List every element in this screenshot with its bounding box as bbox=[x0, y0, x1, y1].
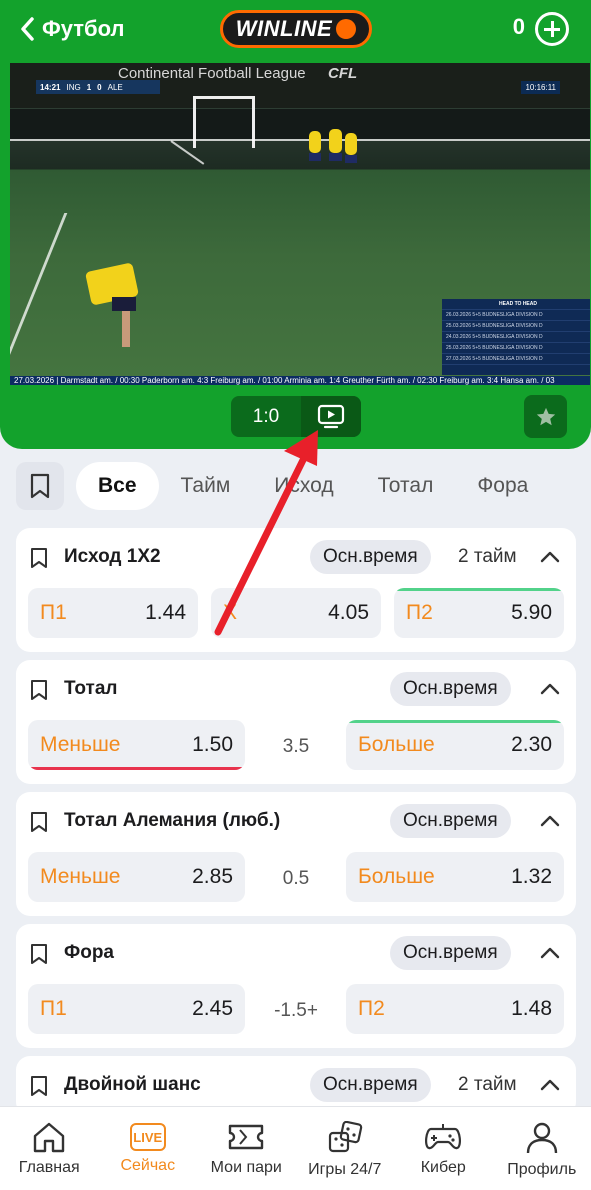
bottom-navigation: Главная LIVE Сейчас Мои пари Игры 24/7 К… bbox=[0, 1106, 591, 1190]
bookmark-icon[interactable] bbox=[30, 679, 48, 701]
period-pill-2nd-half[interactable]: 2 тайм bbox=[458, 540, 528, 574]
chevron-up-icon[interactable] bbox=[540, 550, 560, 564]
star-icon bbox=[536, 407, 555, 425]
bookmark-icon[interactable] bbox=[30, 1075, 48, 1097]
saved-markets-button[interactable] bbox=[16, 462, 64, 510]
user-icon bbox=[526, 1122, 557, 1154]
play-video-icon bbox=[317, 404, 345, 428]
top-bar: Футбол WINLINE 0 bbox=[0, 0, 591, 60]
odd-button-p1[interactable]: П1 1.44 bbox=[28, 588, 198, 638]
nav-live[interactable]: LIVE Сейчас bbox=[99, 1107, 198, 1190]
market-title: Тотал bbox=[64, 678, 118, 699]
ticket-icon bbox=[229, 1124, 264, 1150]
bookmark-icon[interactable] bbox=[30, 811, 48, 833]
results-ticker: 27.03.2026 | Darmstadt am. / 00:30 Pader… bbox=[10, 376, 590, 385]
market-filter-tabs: Все Тайм Исход Тотал Фора bbox=[76, 462, 550, 510]
tab-outcome[interactable]: Исход bbox=[252, 462, 355, 510]
tab-handicap[interactable]: Фора bbox=[455, 462, 550, 510]
deposit-plus-icon[interactable] bbox=[535, 12, 569, 46]
video-toggle-button[interactable] bbox=[301, 396, 361, 437]
winline-logo: WINLINE bbox=[220, 10, 372, 48]
bookmark-icon[interactable] bbox=[30, 547, 48, 569]
nav-esports[interactable]: Кибер bbox=[394, 1107, 493, 1190]
live-video-player[interactable]: Continental Football League CFL 14:21 IN… bbox=[10, 63, 590, 385]
odd-button-under[interactable]: Меньше 2.85 bbox=[28, 852, 245, 902]
odd-button-over[interactable]: Больше 1.32 bbox=[346, 852, 564, 902]
tab-total[interactable]: Тотал bbox=[356, 462, 456, 510]
odd-button-p2[interactable]: П2 5.90 bbox=[394, 588, 564, 638]
match-score[interactable]: 1:0 bbox=[231, 396, 301, 437]
dice-icon bbox=[328, 1121, 362, 1153]
period-pill-main[interactable]: Осн.время bbox=[310, 540, 431, 574]
odd-button-draw[interactable]: X 4.05 bbox=[211, 588, 381, 638]
league-short-banner: CFL bbox=[328, 65, 358, 82]
handicap-line: -1.5+ bbox=[274, 1000, 318, 1021]
period-pill-main[interactable]: Осн.время bbox=[390, 936, 511, 970]
period-pill-2nd-half[interactable]: 2 тайм bbox=[458, 1068, 528, 1102]
market-card-team-total: Тотал Алемания (люб.) Осн.время Меньше 2.… bbox=[16, 792, 576, 916]
chevron-up-icon[interactable] bbox=[540, 1078, 560, 1092]
total-line: 3.5 bbox=[282, 736, 310, 757]
chevron-up-icon[interactable] bbox=[540, 946, 560, 960]
home-icon bbox=[34, 1122, 65, 1153]
ad-boards bbox=[10, 109, 590, 139]
market-title: Фора bbox=[64, 942, 114, 963]
field-line bbox=[10, 139, 590, 141]
bookmark-icon[interactable] bbox=[30, 943, 48, 965]
player-bending bbox=[78, 262, 148, 353]
market-title: Исход 1X2 bbox=[64, 546, 161, 567]
odd-button-over[interactable]: Больше 2.30 bbox=[346, 720, 564, 770]
field-line bbox=[10, 213, 68, 383]
period-pill-main[interactable]: Осн.время bbox=[390, 804, 511, 838]
period-pill-main[interactable]: Осн.время bbox=[310, 1068, 431, 1102]
head-to-head-panel: HEAD TO HEAD 26.03.2026 5+5 BUDNESLIGA D… bbox=[442, 299, 590, 375]
back-button[interactable]: Футбол bbox=[20, 12, 125, 46]
chevron-up-icon[interactable] bbox=[540, 682, 560, 696]
market-title: Двойной шанс bbox=[64, 1074, 201, 1095]
odd-button-p2[interactable]: П2 1.48 bbox=[346, 984, 564, 1034]
market-card-handicap: Фора Осн.время П1 2.45 -1.5+ П2 1.48 bbox=[16, 924, 576, 1048]
market-title: Тотал Алемания (люб.) bbox=[64, 810, 281, 831]
odd-down-indicator bbox=[28, 767, 245, 770]
nav-profile[interactable]: Профиль bbox=[493, 1107, 591, 1190]
tab-half[interactable]: Тайм bbox=[159, 462, 253, 510]
odd-button-under[interactable]: Меньше 1.50 bbox=[28, 720, 245, 770]
nav-my-bets[interactable]: Мои пари bbox=[197, 1107, 296, 1190]
chevron-left-icon bbox=[21, 17, 34, 41]
balance-value[interactable]: 0 bbox=[513, 14, 525, 40]
page-title: Футбол bbox=[42, 16, 125, 41]
nav-games[interactable]: Игры 24/7 bbox=[296, 1107, 395, 1190]
score-toggle: 1:0 bbox=[231, 396, 361, 437]
chevron-up-icon[interactable] bbox=[540, 814, 560, 828]
total-line: 0.5 bbox=[282, 868, 310, 889]
period-pill-main[interactable]: Осн.время bbox=[390, 672, 511, 706]
market-card-total: Тотал Осн.время Меньше 1.50 3.5 Больше 2.3… bbox=[16, 660, 576, 784]
odd-up-indicator bbox=[394, 588, 564, 591]
favorite-button[interactable] bbox=[524, 395, 567, 438]
player-group bbox=[305, 123, 365, 183]
market-card-outcome: Исход 1X2 Осн.время 2 тайм П1 1.44 X 4.05 … bbox=[16, 528, 576, 652]
nav-home[interactable]: Главная bbox=[0, 1107, 99, 1190]
odd-button-p1[interactable]: П1 2.45 bbox=[28, 984, 245, 1034]
scorebug: 14:21 ING 1 0 ALE bbox=[36, 80, 160, 94]
odd-up-indicator bbox=[346, 720, 564, 723]
gamepad-icon bbox=[425, 1124, 462, 1150]
live-icon: LIVE bbox=[129, 1123, 166, 1151]
tab-all[interactable]: Все bbox=[76, 462, 159, 510]
bookmark-icon bbox=[30, 473, 50, 499]
broadcast-clock: 10:16:11 bbox=[521, 81, 560, 94]
